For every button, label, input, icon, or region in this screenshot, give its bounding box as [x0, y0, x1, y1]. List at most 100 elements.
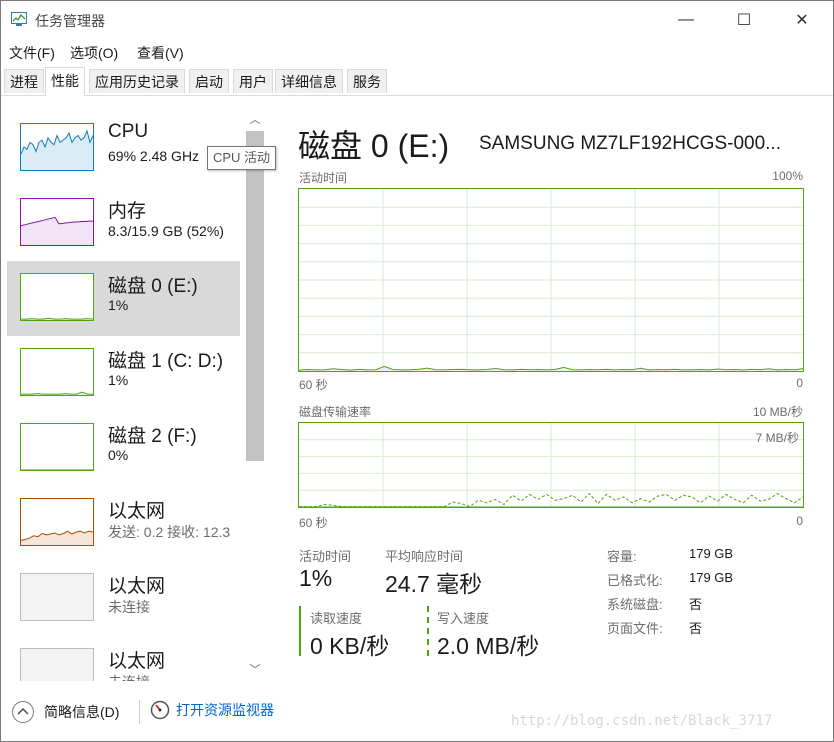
resource-item-cpu[interactable]: CPU 69% 2.48 GHz [7, 111, 240, 186]
ethernet-thumbnail-graph [20, 573, 94, 621]
tab-services[interactable]: 服务 [347, 69, 387, 93]
system-disk-value: 否 [689, 597, 703, 612]
disk2-thumbnail-graph [20, 423, 94, 471]
disk-title: 磁盘 0 (E:) [298, 128, 450, 164]
cpu-tooltip: CPU 活动 [207, 146, 277, 170]
disk0-thumb-line [21, 317, 93, 320]
resource-item-disk1[interactable]: 磁盘 1 (C: D:) 1% [7, 336, 240, 411]
disk0-thumbnail-graph [20, 273, 94, 321]
tab-bar: 进程 性能 应用历史记录 启动 用户 详细信息 服务 [1, 67, 833, 96]
transfer-graph-max-label: 10 MB/秒 [752, 405, 803, 419]
menu-file[interactable]: 文件(F) [9, 43, 55, 63]
capacity-value: 179 GB [689, 546, 734, 561]
activity-time-graph [298, 188, 804, 372]
resource-name: 内存 [108, 201, 147, 222]
read-speed-label: 读取速度 [310, 611, 363, 626]
ethernet-thumbnail-graph [20, 498, 94, 546]
resource-name: 磁盘 2 (F:) [108, 426, 197, 447]
system-disk-label: 系统磁盘: [607, 597, 663, 612]
disk1-thumbnail-graph [20, 348, 94, 396]
window-title: 任务管理器 [35, 13, 105, 29]
tab-details[interactable]: 详细信息 [275, 69, 343, 93]
menu-bar: 文件(F) 选项(O) 查看(V) [1, 39, 833, 63]
minimize-button[interactable]: — [657, 1, 715, 39]
title-bar[interactable]: 任务管理器 — ☐ ✕ [1, 1, 833, 39]
write-speed-indicator [427, 606, 429, 656]
resource-sub: 8.3/15.9 GB (52%) [108, 223, 224, 239]
avg-response-label: 平均响应时间 [385, 549, 464, 564]
transfer-graph-left-time: 60 秒 [299, 516, 328, 530]
write-speed-label: 写入速度 [437, 611, 490, 626]
resource-name: 以太网 [108, 576, 166, 597]
page-file-label: 页面文件: [607, 621, 663, 636]
resource-item-disk2[interactable]: 磁盘 2 (F:) 0% [7, 411, 240, 486]
minimize-icon: — [678, 11, 694, 28]
read-speed-indicator [299, 606, 301, 656]
resource-item-disk0[interactable]: 磁盘 0 (E:) 1% [7, 261, 240, 336]
disk-model: SAMSUNG MZ7LF192HCGS-000... [479, 133, 781, 154]
write-speed-value: 2.0 MB/秒 [437, 633, 540, 659]
less-details-button[interactable]: 简略信息(D) [11, 700, 119, 724]
resource-name: 磁盘 1 (C: D:) [108, 351, 224, 372]
resource-list: CPU 69% 2.48 GHz 内存 8.3/15.9 GB (52%) 磁盘… [1, 109, 241, 681]
tab-startup[interactable]: 启动 [189, 69, 229, 93]
tab-performance[interactable]: 性能 [45, 67, 85, 96]
resource-name: CPU [108, 121, 149, 142]
task-manager-window: 任务管理器 — ☐ ✕ 文件(F) 选项(O) 查看(V) 进程 性能 应用历史… [0, 0, 834, 742]
resource-sub: 发送: 0.2 接收: 12.3 [108, 524, 231, 540]
maximize-icon: ☐ [736, 12, 752, 29]
less-details-label: 简略信息(D) [44, 704, 120, 720]
cpu-thumbnail-graph [20, 123, 94, 171]
ethernet-thumbnail-graph [20, 648, 94, 681]
resource-sub: 69% 2.48 GHz [108, 148, 200, 164]
open-resource-monitor-label: 打开资源监视器 [176, 702, 274, 718]
transfer-graph-inner-label: 7 MB/秒 [755, 431, 799, 445]
task-manager-icon [11, 12, 27, 26]
scroll-thumb[interactable] [246, 131, 264, 461]
menu-options[interactable]: 选项(O) [70, 43, 118, 63]
avg-response-value: 24.7 毫秒 [385, 571, 483, 597]
resource-sub: 0% [108, 447, 129, 463]
capacity-label: 容量: [607, 549, 637, 564]
active-time-value: 1% [299, 565, 333, 591]
transfer-graph-right-time: 0 [796, 514, 803, 528]
menu-view[interactable]: 查看(V) [137, 43, 184, 63]
formatted-value: 179 GB [689, 570, 734, 585]
transfer-rate-graph: 7 MB/秒 [298, 422, 804, 508]
resource-item-ethernet-2[interactable]: 以太网 未连接 [7, 561, 240, 636]
activity-graph-max-label: 100% [772, 169, 803, 183]
read-speed-value: 0 KB/秒 [310, 633, 390, 659]
footer-divider [139, 700, 140, 724]
tab-app-history[interactable]: 应用历史记录 [89, 69, 185, 93]
ethernet-thumb-area [21, 531, 93, 545]
transfer-graph-label: 磁盘传输速率 [299, 405, 372, 419]
tab-processes[interactable]: 进程 [4, 69, 44, 93]
resource-item-ethernet-3[interactable]: 以太网 未连接 [7, 636, 240, 681]
watermark: http://blog.csdn.net/Black_3717 [511, 713, 773, 729]
collapse-chevron-icon [12, 701, 34, 723]
activity-graph-left-time: 60 秒 [299, 378, 328, 392]
page-file-value: 否 [689, 621, 703, 636]
resource-item-ethernet[interactable]: 以太网 发送: 0.2 接收: 12.3 [7, 486, 240, 561]
resource-list-scrollbar[interactable]: ︿ ﹀ [246, 109, 264, 681]
resource-name: 以太网 [108, 651, 166, 672]
resource-sub: 1% [108, 372, 129, 388]
resource-sub: 1% [108, 297, 129, 313]
resource-sub: 未连接 [108, 672, 150, 681]
active-time-label: 活动时间 [299, 549, 352, 564]
memory-thumbnail-graph [20, 198, 94, 246]
activity-graph-right-time: 0 [796, 376, 803, 390]
maximize-button[interactable]: ☐ [715, 1, 773, 39]
scroll-down-icon[interactable]: ﹀ [246, 661, 264, 679]
resource-name: 磁盘 0 (E:) [108, 276, 198, 297]
resource-name: 以太网 [108, 501, 166, 522]
formatted-label: 已格式化: [607, 573, 663, 588]
close-button[interactable]: ✕ [773, 1, 831, 39]
open-resource-monitor-link[interactable]: 打开资源监视器 [150, 700, 274, 720]
activity-graph-label: 活动时间 [299, 171, 348, 185]
close-icon: ✕ [795, 12, 809, 29]
resource-monitor-icon [150, 700, 170, 720]
tab-users[interactable]: 用户 [233, 69, 273, 93]
resource-item-memory[interactable]: 内存 8.3/15.9 GB (52%) [7, 186, 240, 261]
scroll-up-icon[interactable]: ︿ [246, 111, 264, 129]
